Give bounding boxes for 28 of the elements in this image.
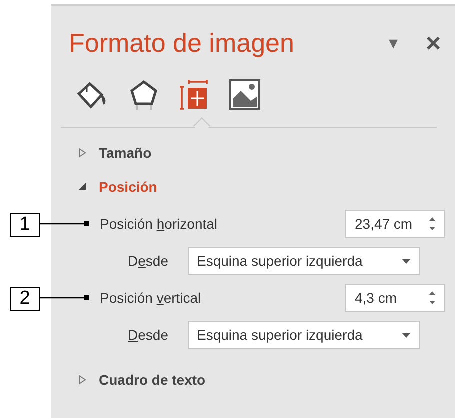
number-field[interactable]: 23,47 cm (345, 210, 445, 238)
field-label: Posición horizontal (100, 216, 219, 232)
field-label: Desde (128, 327, 170, 343)
close-button[interactable]: × (426, 30, 441, 56)
pentagon-icon[interactable] (129, 79, 159, 111)
leader-line (40, 295, 90, 301)
field-label: Posición vertical (100, 290, 202, 306)
dropdown-field[interactable]: Esquina superior izquierda (188, 321, 420, 349)
leader-line (40, 221, 90, 227)
caret-icon (402, 258, 411, 264)
caret-icon (402, 332, 411, 338)
callout-number: 2 (10, 287, 40, 311)
spinner-arrows-icon[interactable] (429, 216, 436, 232)
picture-icon[interactable] (229, 79, 261, 111)
section-header[interactable]: Cuadro de texto (78, 369, 206, 391)
dropdown-field[interactable]: Esquina superior izquierda (188, 247, 420, 275)
number-field[interactable]: 4,3 cm (345, 284, 445, 312)
collapsed-triangle-icon (78, 148, 87, 158)
size-position-icon[interactable] (179, 79, 209, 111)
expanded-triangle-icon (78, 182, 87, 192)
section-header[interactable]: Posición (78, 176, 158, 198)
section-header[interactable]: Tamaño (78, 142, 152, 164)
pane-menu-button[interactable]: ▾ (388, 32, 398, 54)
spinner-arrows-icon[interactable] (429, 290, 436, 306)
pane-title: Formato de imagen (69, 28, 296, 58)
collapsed-triangle-icon (78, 375, 87, 385)
field-label: Desde (128, 253, 170, 269)
callout-number: 1 (10, 213, 40, 237)
